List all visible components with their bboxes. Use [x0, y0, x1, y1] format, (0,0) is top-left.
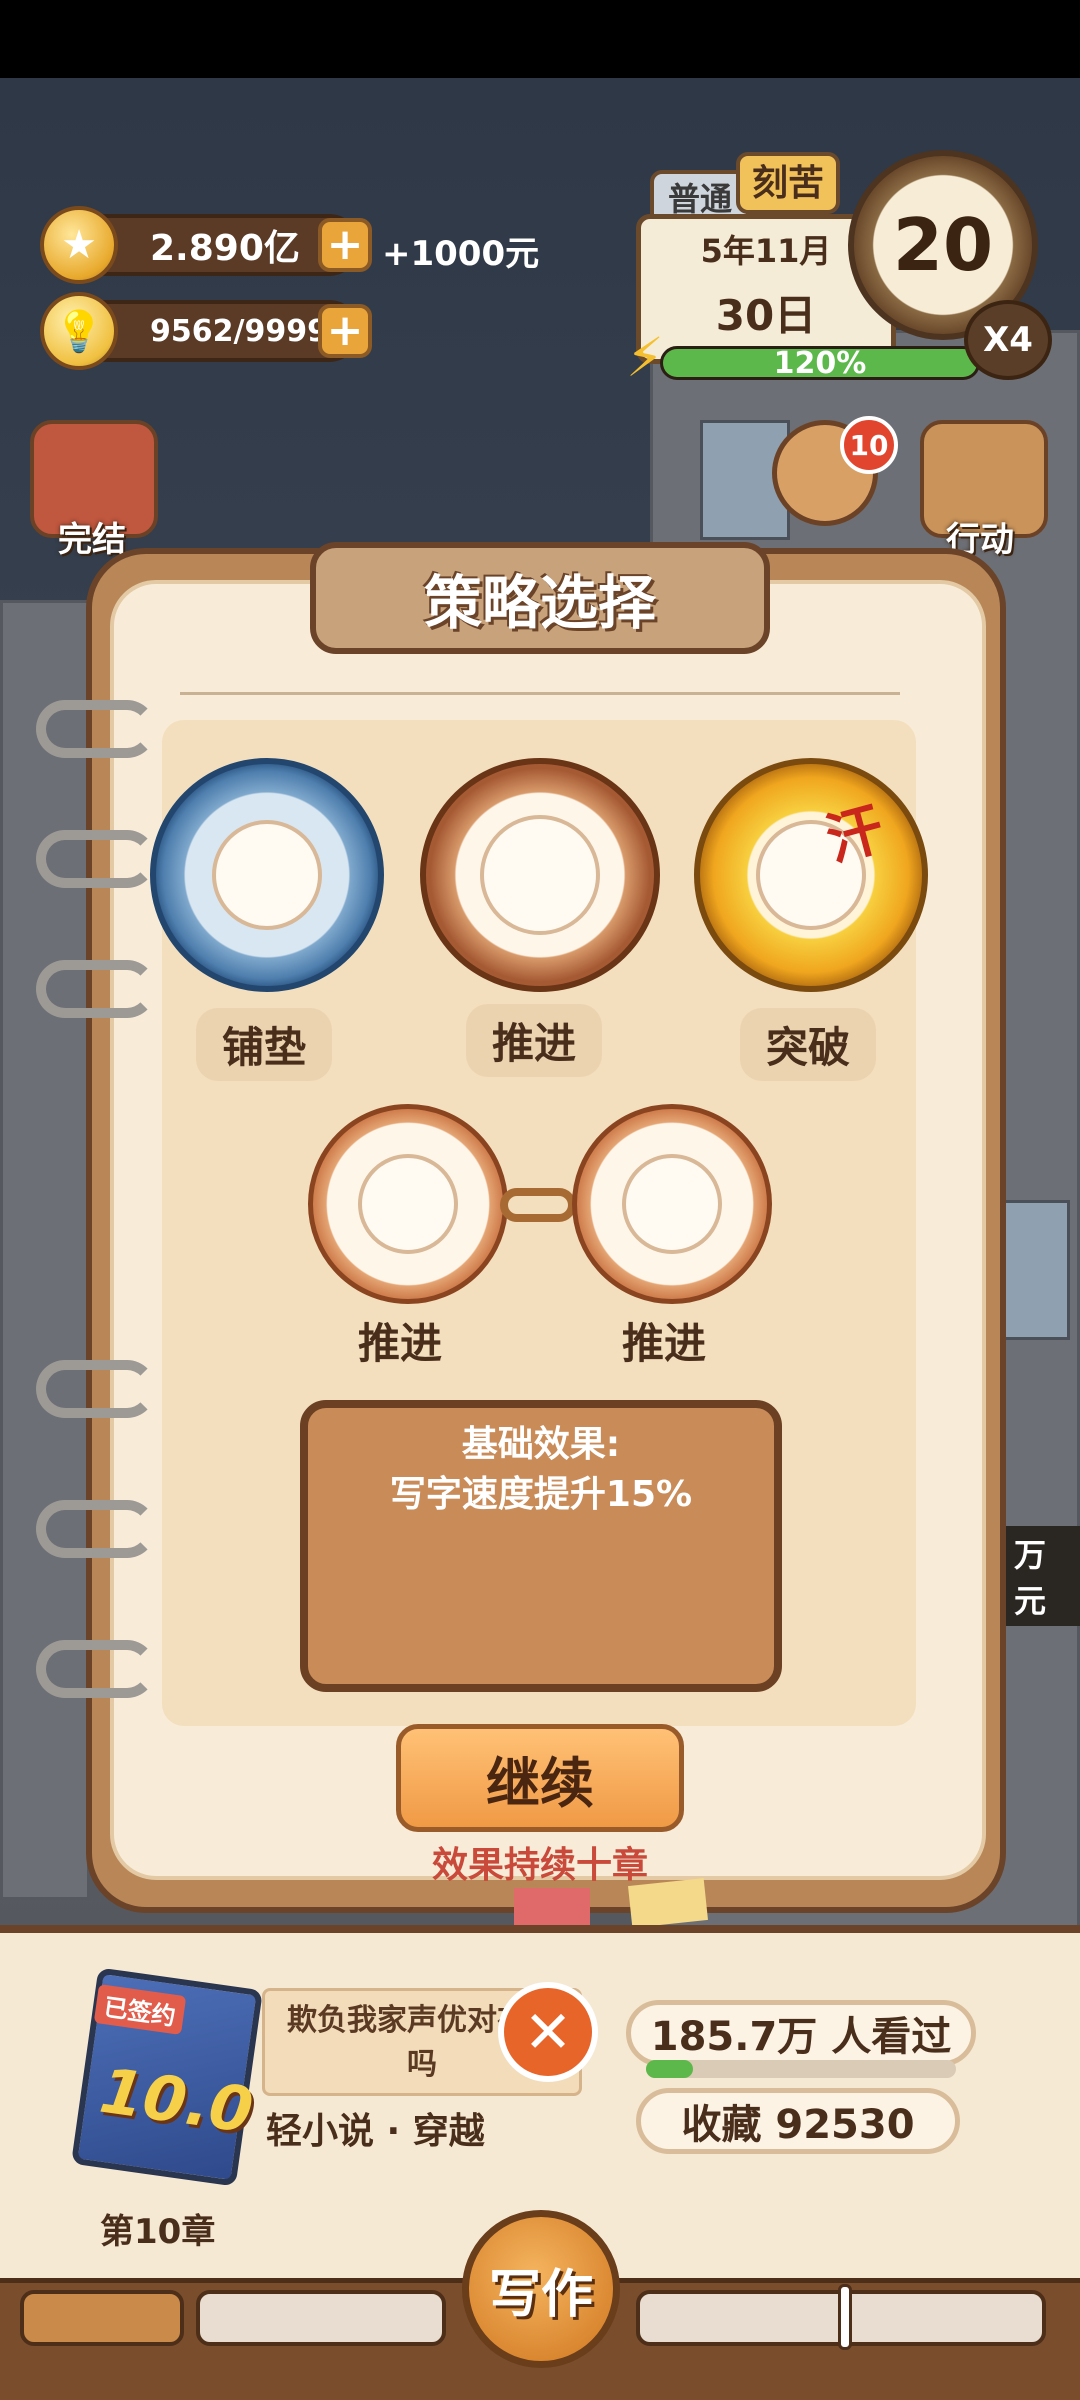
strategy-label-advance: 推进 [466, 1004, 603, 1077]
bottom-left-button[interactable] [20, 2290, 184, 2346]
speed-multiplier-button[interactable]: X4 [964, 300, 1052, 380]
breakthrough-medal-icon[interactable] [694, 758, 928, 992]
sticky-note-yellow [628, 1878, 708, 1928]
building-left [0, 600, 90, 1900]
notebook-ring [36, 830, 156, 888]
finish-label: 完结 [58, 520, 126, 560]
notebook-ring [36, 700, 156, 758]
notebook-ring [36, 1500, 156, 1558]
chain-link-icon [500, 1188, 576, 1222]
close-icon[interactable]: ✕ [498, 1982, 598, 2082]
write-button[interactable]: 写作 [462, 2210, 620, 2368]
views-progress-fill [646, 2060, 693, 2078]
effect-description: 写字速度提升15% [389, 1474, 693, 1515]
selected-label-1: 推进 [358, 1319, 443, 1368]
mode-diligent-tab[interactable]: 刻苦 [736, 152, 840, 214]
effect-text-block: 基础效果: 写字速度提升15% [300, 1420, 782, 1520]
system-status-bar [0, 0, 1080, 78]
energy-percent: 120% [773, 346, 867, 381]
character-face [480, 815, 600, 935]
bottom-mid-left-button[interactable] [196, 2290, 446, 2346]
views-progress [646, 2060, 956, 2078]
sticky-note-red [514, 1888, 590, 1930]
lightbulb-icon: 💡 [40, 292, 118, 370]
notebook-ring [36, 960, 156, 1018]
effect-title: 基础效果: [461, 1424, 621, 1465]
character-face [622, 1154, 722, 1254]
add-ideas-button[interactable]: + [318, 304, 372, 358]
strategy-label-foreshadow: 铺垫 [196, 1008, 333, 1081]
add-coins-button[interactable]: + [318, 218, 372, 272]
character-face [358, 1154, 458, 1254]
selected-slot-1-advance-icon[interactable] [308, 1104, 508, 1304]
right-money-label: 万元 [1006, 1526, 1080, 1626]
selected-slot-2-advance-icon[interactable] [572, 1104, 772, 1304]
foreshadow-medal-icon[interactable] [150, 758, 384, 992]
coin-income: +1000元 [382, 234, 540, 274]
calendar-day: 30日 [715, 291, 817, 340]
lightning-icon: ⚡ [626, 326, 664, 389]
timer-value: 20 [892, 203, 994, 287]
strategy-label-breakthrough: 突破 [740, 1008, 877, 1081]
continue-button[interactable]: 继续 [396, 1724, 684, 1832]
notebook-ring [36, 1640, 156, 1698]
modal-title: 策略选择 [423, 569, 656, 637]
notification-badge: 10 [840, 416, 898, 474]
modal-title-plaque: 策略选择 [310, 542, 770, 654]
views-stat: 185.7万 人看过 [626, 2000, 976, 2066]
coin-icon: ★ [40, 206, 118, 284]
notebook-ring [36, 1360, 156, 1418]
character-face [212, 820, 322, 930]
bottom-slider-handle[interactable] [838, 2284, 852, 2350]
advance-medal-icon[interactable] [420, 758, 660, 992]
chapter-label: 第10章 [100, 2212, 216, 2252]
favorites-stat: 收藏 92530 [636, 2088, 960, 2154]
selected-label-2: 推进 [622, 1319, 707, 1368]
book-genre: 轻小说 · 穿越 [266, 2111, 485, 2152]
title-divider [180, 692, 900, 695]
effect-duration-note: 效果持续十章 [431, 1845, 648, 1886]
